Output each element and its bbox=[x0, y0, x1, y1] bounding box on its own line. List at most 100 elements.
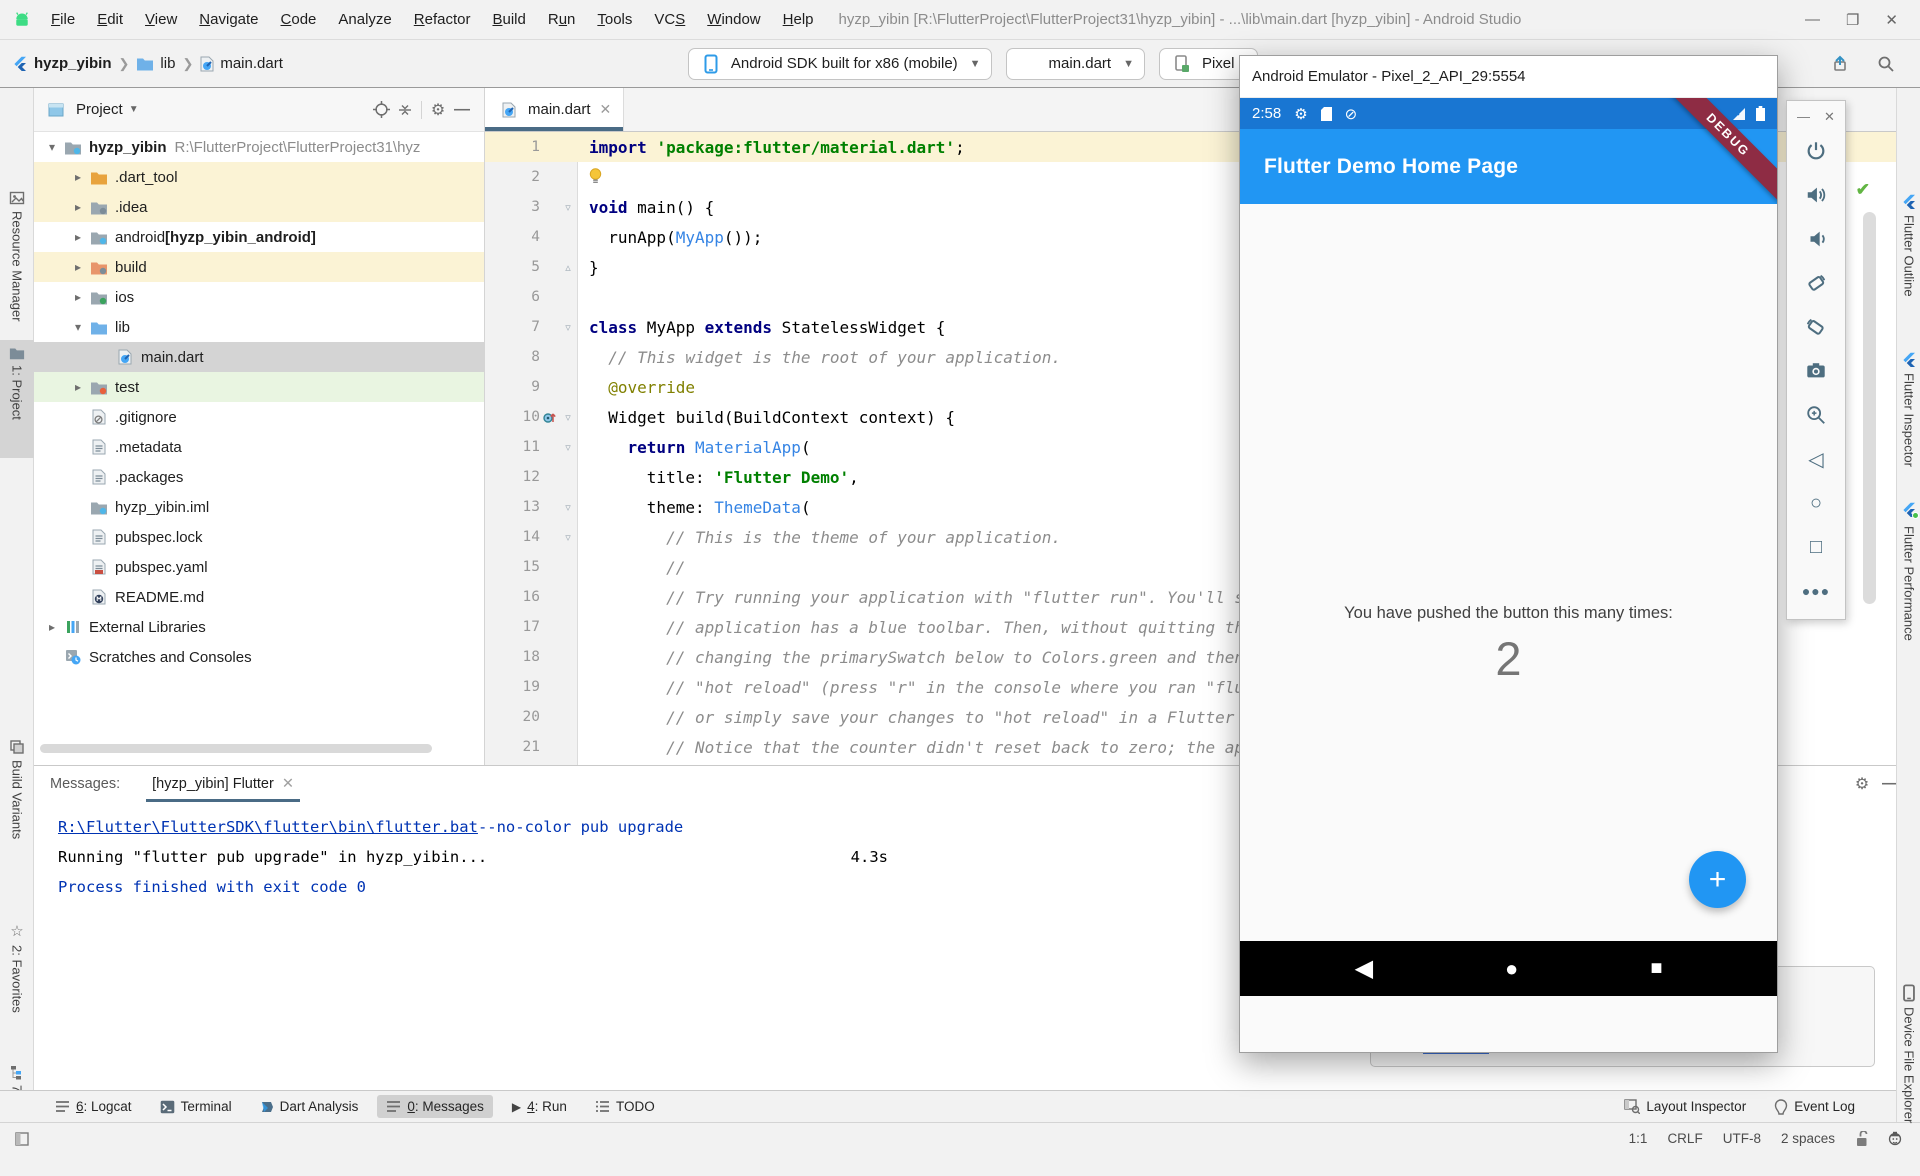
update-icon[interactable] bbox=[1828, 52, 1852, 76]
fold-marker-icon[interactable]: ▿ bbox=[558, 531, 578, 544]
emulator-home-button[interactable]: ○ bbox=[1796, 483, 1836, 523]
toolwindow-4-run[interactable]: ▶4: Run bbox=[503, 1095, 576, 1118]
tree-item-.dart-tool[interactable]: ▸.dart_tool bbox=[34, 162, 484, 192]
run-config-selector[interactable]: main.dart ▼ bbox=[1006, 48, 1145, 80]
fold-marker-icon[interactable]: ▿ bbox=[558, 441, 578, 454]
emulator-overview-button[interactable]: □ bbox=[1796, 527, 1836, 567]
vertical-scrollbar[interactable] bbox=[1863, 212, 1876, 604]
toolwindow-6-logcat[interactable]: 6: Logcat bbox=[46, 1095, 141, 1118]
search-icon[interactable] bbox=[1874, 52, 1898, 76]
chevron-down-icon[interactable]: ▾ bbox=[42, 140, 62, 154]
collapse-all-icon[interactable] bbox=[393, 102, 417, 118]
chevron-right-icon[interactable]: ▸ bbox=[68, 290, 88, 304]
stripe-tab-1-project[interactable]: 1: Project bbox=[0, 340, 34, 458]
close-icon[interactable]: ✕ bbox=[1824, 109, 1835, 125]
menu-tools[interactable]: Tools bbox=[586, 11, 643, 28]
menu-build[interactable]: Build bbox=[481, 11, 536, 28]
toolwindow-todo[interactable]: TODO bbox=[586, 1095, 664, 1118]
fab-increment-button[interactable]: + bbox=[1689, 851, 1746, 908]
stripe-tab-flutter-inspector[interactable]: Flutter Inspector bbox=[1897, 346, 1920, 496]
tree-item-.idea[interactable]: ▸.idea bbox=[34, 192, 484, 222]
menu-file[interactable]: File bbox=[40, 11, 86, 28]
fold-marker-icon[interactable]: ▿ bbox=[558, 501, 578, 514]
toolwindow-event-log[interactable]: Event Log bbox=[1765, 1095, 1864, 1119]
chevron-right-icon[interactable]: ▸ bbox=[68, 260, 88, 274]
gear-icon[interactable]: ⚙ bbox=[426, 100, 450, 120]
tree-item-build[interactable]: ▸build bbox=[34, 252, 484, 282]
menu-edit[interactable]: Edit bbox=[86, 11, 134, 28]
tree-item-test[interactable]: ▸test bbox=[34, 372, 484, 402]
chevron-down-icon[interactable]: ▾ bbox=[68, 320, 88, 334]
tree-item-external-libraries[interactable]: ▸External Libraries bbox=[34, 612, 484, 642]
emulator-back-button[interactable]: ◁ bbox=[1796, 439, 1836, 479]
status-2-spaces[interactable]: 2 spaces bbox=[1781, 1131, 1835, 1146]
tree-item-.gitignore[interactable]: .gitignore bbox=[34, 402, 484, 432]
status-1-1[interactable]: 1:1 bbox=[1629, 1131, 1648, 1146]
menu-code[interactable]: Code bbox=[270, 11, 328, 28]
tree-item-android[interactable]: ▸android [hyzp_yibin_android] bbox=[34, 222, 484, 252]
emulator-zoom-button[interactable] bbox=[1796, 395, 1836, 435]
device-selector[interactable]: Android SDK built for x86 (mobile) ▼ bbox=[688, 48, 992, 80]
emulator-title-bar[interactable]: Android Emulator - Pixel_2_API_29:5554 bbox=[1240, 56, 1777, 98]
phone-screen[interactable]: 2:58 ⚙ ⊘ Flutter Demo Home Page DEBUG Yo… bbox=[1240, 98, 1777, 1052]
stripe-tab-build-variants[interactable]: Build Variants bbox=[0, 733, 34, 878]
hide-panel-icon[interactable]: — bbox=[450, 101, 474, 119]
menu-help[interactable]: Help bbox=[772, 11, 825, 28]
emulator-volume-down-button[interactable] bbox=[1796, 219, 1836, 259]
stripe-tab-resource-manager[interactable]: Resource Manager bbox=[0, 184, 34, 344]
tab-main-dart[interactable]: main.dart ✕ bbox=[485, 88, 624, 131]
chevron-right-icon[interactable]: ▸ bbox=[42, 620, 62, 634]
stripe-tab-2-favorites[interactable]: ☆2: Favorites bbox=[0, 916, 34, 1044]
menu-window[interactable]: Window bbox=[696, 11, 771, 28]
status-utf-8[interactable]: UTF-8 bbox=[1723, 1131, 1761, 1146]
messages-tab[interactable]: [hyzp_yibin] Flutter ✕ bbox=[146, 766, 300, 802]
console-file-link[interactable]: R:\Flutter\FlutterSDK\flutter\bin\flutte… bbox=[58, 818, 478, 836]
toolwindow-0-messages[interactable]: 0: Messages bbox=[377, 1095, 493, 1118]
horizontal-scrollbar[interactable] bbox=[40, 744, 432, 753]
status-crlf[interactable]: CRLF bbox=[1667, 1131, 1702, 1146]
menu-vcs[interactable]: VCS bbox=[643, 11, 696, 28]
close-icon[interactable]: ✕ bbox=[1885, 11, 1898, 29]
nav-back-button[interactable]: ◀ bbox=[1355, 954, 1373, 983]
toolwindow-switcher-icon[interactable] bbox=[10, 1127, 34, 1151]
locate-file-icon[interactable] bbox=[369, 101, 393, 118]
tree-item-readme.md[interactable]: README.md bbox=[34, 582, 484, 612]
chevron-right-icon[interactable]: ▸ bbox=[68, 200, 88, 214]
menu-view[interactable]: View bbox=[134, 11, 188, 28]
tree-item-scratches-and-consoles[interactable]: Scratches and Consoles bbox=[34, 642, 484, 672]
tree-item-ios[interactable]: ▸ios bbox=[34, 282, 484, 312]
toolwindow-layout-inspector[interactable]: Layout Inspector bbox=[1615, 1095, 1755, 1119]
unlock-icon[interactable] bbox=[1855, 1131, 1868, 1147]
tree-item-.packages[interactable]: .packages bbox=[34, 462, 484, 492]
breadcrumb-lib[interactable]: lib bbox=[136, 55, 175, 72]
breadcrumb-main.dart[interactable]: main.dart bbox=[200, 55, 283, 72]
emulator-rotate-left-button[interactable] bbox=[1796, 263, 1836, 303]
fold-marker-icon[interactable]: ▵ bbox=[558, 261, 578, 274]
tree-item-.metadata[interactable]: .metadata bbox=[34, 432, 484, 462]
stripe-tab-flutter-performance[interactable]: Flutter Performance bbox=[1897, 496, 1920, 686]
fold-marker-icon[interactable]: ▿ bbox=[558, 321, 578, 334]
nav-overview-button[interactable]: ■ bbox=[1650, 957, 1662, 980]
tree-item-main.dart[interactable]: main.dart bbox=[34, 342, 484, 372]
chevron-right-icon[interactable]: ▸ bbox=[68, 380, 88, 394]
emulator-volume-up-button[interactable] bbox=[1796, 175, 1836, 215]
emulator-more-button[interactable]: ●●● bbox=[1796, 571, 1836, 611]
tree-item-hyzp-yibin.iml[interactable]: hyzp_yibin.iml bbox=[34, 492, 484, 522]
emulator-rotate-right-button[interactable] bbox=[1796, 307, 1836, 347]
menu-navigate[interactable]: Navigate bbox=[188, 11, 269, 28]
stripe-tab-device-file-explorer[interactable]: Device File Explorer bbox=[1897, 978, 1920, 1168]
intention-bulb-icon[interactable] bbox=[589, 168, 602, 186]
emulator-power-button[interactable] bbox=[1796, 131, 1836, 171]
fold-marker-icon[interactable]: ▿ bbox=[558, 411, 578, 424]
maximize-icon[interactable]: ❐ bbox=[1846, 11, 1859, 29]
fold-marker-icon[interactable]: ▿ bbox=[558, 201, 578, 214]
emulator-screenshot-button[interactable] bbox=[1796, 351, 1836, 391]
nav-home-button[interactable]: ● bbox=[1505, 956, 1518, 982]
project-view-label[interactable]: Project bbox=[76, 101, 123, 118]
chevron-right-icon[interactable]: ▸ bbox=[68, 170, 88, 184]
menu-analyze[interactable]: Analyze bbox=[327, 11, 402, 28]
tree-item-hyzp-yibin[interactable]: ▾hyzp_yibinR:\FlutterProject\FlutterProj… bbox=[34, 132, 484, 162]
tree-item-pubspec.lock[interactable]: pubspec.lock bbox=[34, 522, 484, 552]
menu-run[interactable]: Run bbox=[537, 11, 587, 28]
minimize-icon[interactable]: — bbox=[1805, 11, 1820, 29]
